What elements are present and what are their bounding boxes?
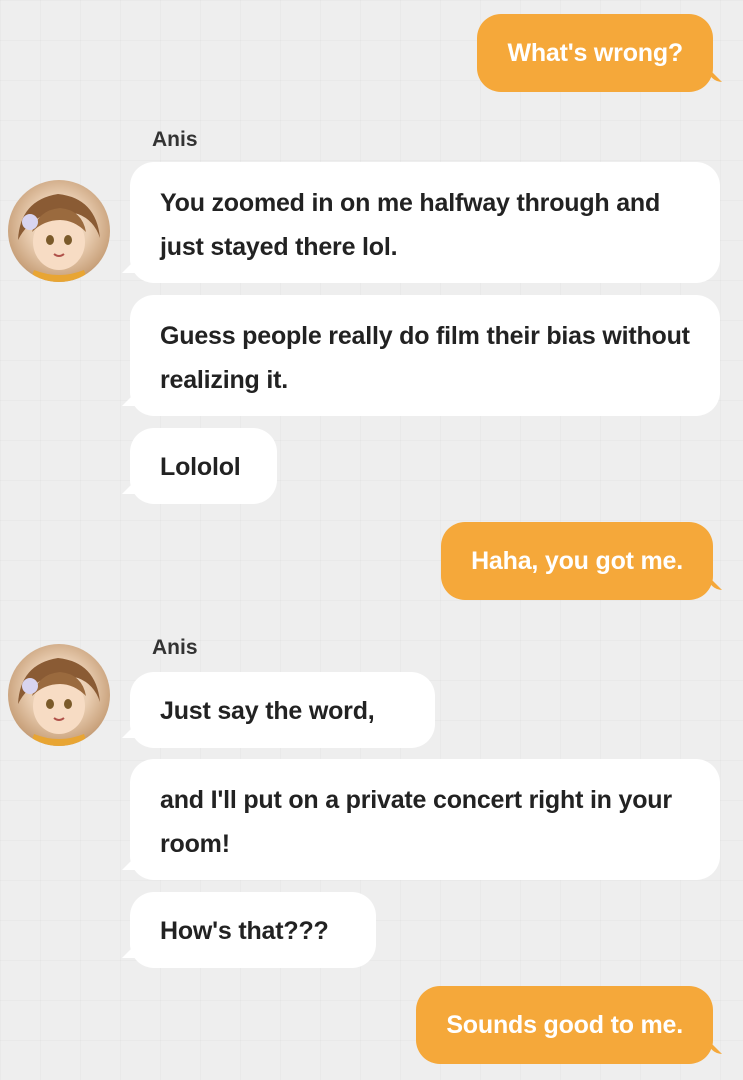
message-text: How's that??? <box>160 917 329 945</box>
message-text: Just say the word, <box>160 697 375 725</box>
message-text: What's wrong? <box>507 39 683 67</box>
avatar[interactable] <box>8 180 110 282</box>
incoming-message: How's that??? <box>130 892 376 968</box>
anis-avatar-icon <box>18 194 100 282</box>
incoming-message: Guess people really do film their bias w… <box>130 295 720 416</box>
message-text: and I'll put on a private concert right … <box>160 786 672 858</box>
outgoing-message: Sounds good to me. <box>416 986 713 1064</box>
incoming-message: Lololol <box>130 428 277 504</box>
message-text: Guess people really do film their bias w… <box>160 322 690 394</box>
message-text: Lololol <box>160 453 241 481</box>
sender-name: Anis <box>152 128 198 151</box>
message-text: Sounds good to me. <box>446 1011 683 1039</box>
chat-thread: What's wrong? Anis You zoomed in on me h… <box>0 0 743 1080</box>
anis-avatar-icon <box>18 658 100 746</box>
outgoing-message: Haha, you got me. <box>441 522 713 600</box>
message-text: Haha, you got me. <box>471 547 683 575</box>
incoming-message: You zoomed in on me halfway through and … <box>130 162 720 283</box>
avatar[interactable] <box>8 644 110 746</box>
outgoing-message: What's wrong? <box>477 14 713 92</box>
message-text: You zoomed in on me halfway through and … <box>160 189 661 261</box>
incoming-message: and I'll put on a private concert right … <box>130 759 720 880</box>
sender-name: Anis <box>152 636 198 659</box>
incoming-message: Just say the word, <box>130 672 435 748</box>
